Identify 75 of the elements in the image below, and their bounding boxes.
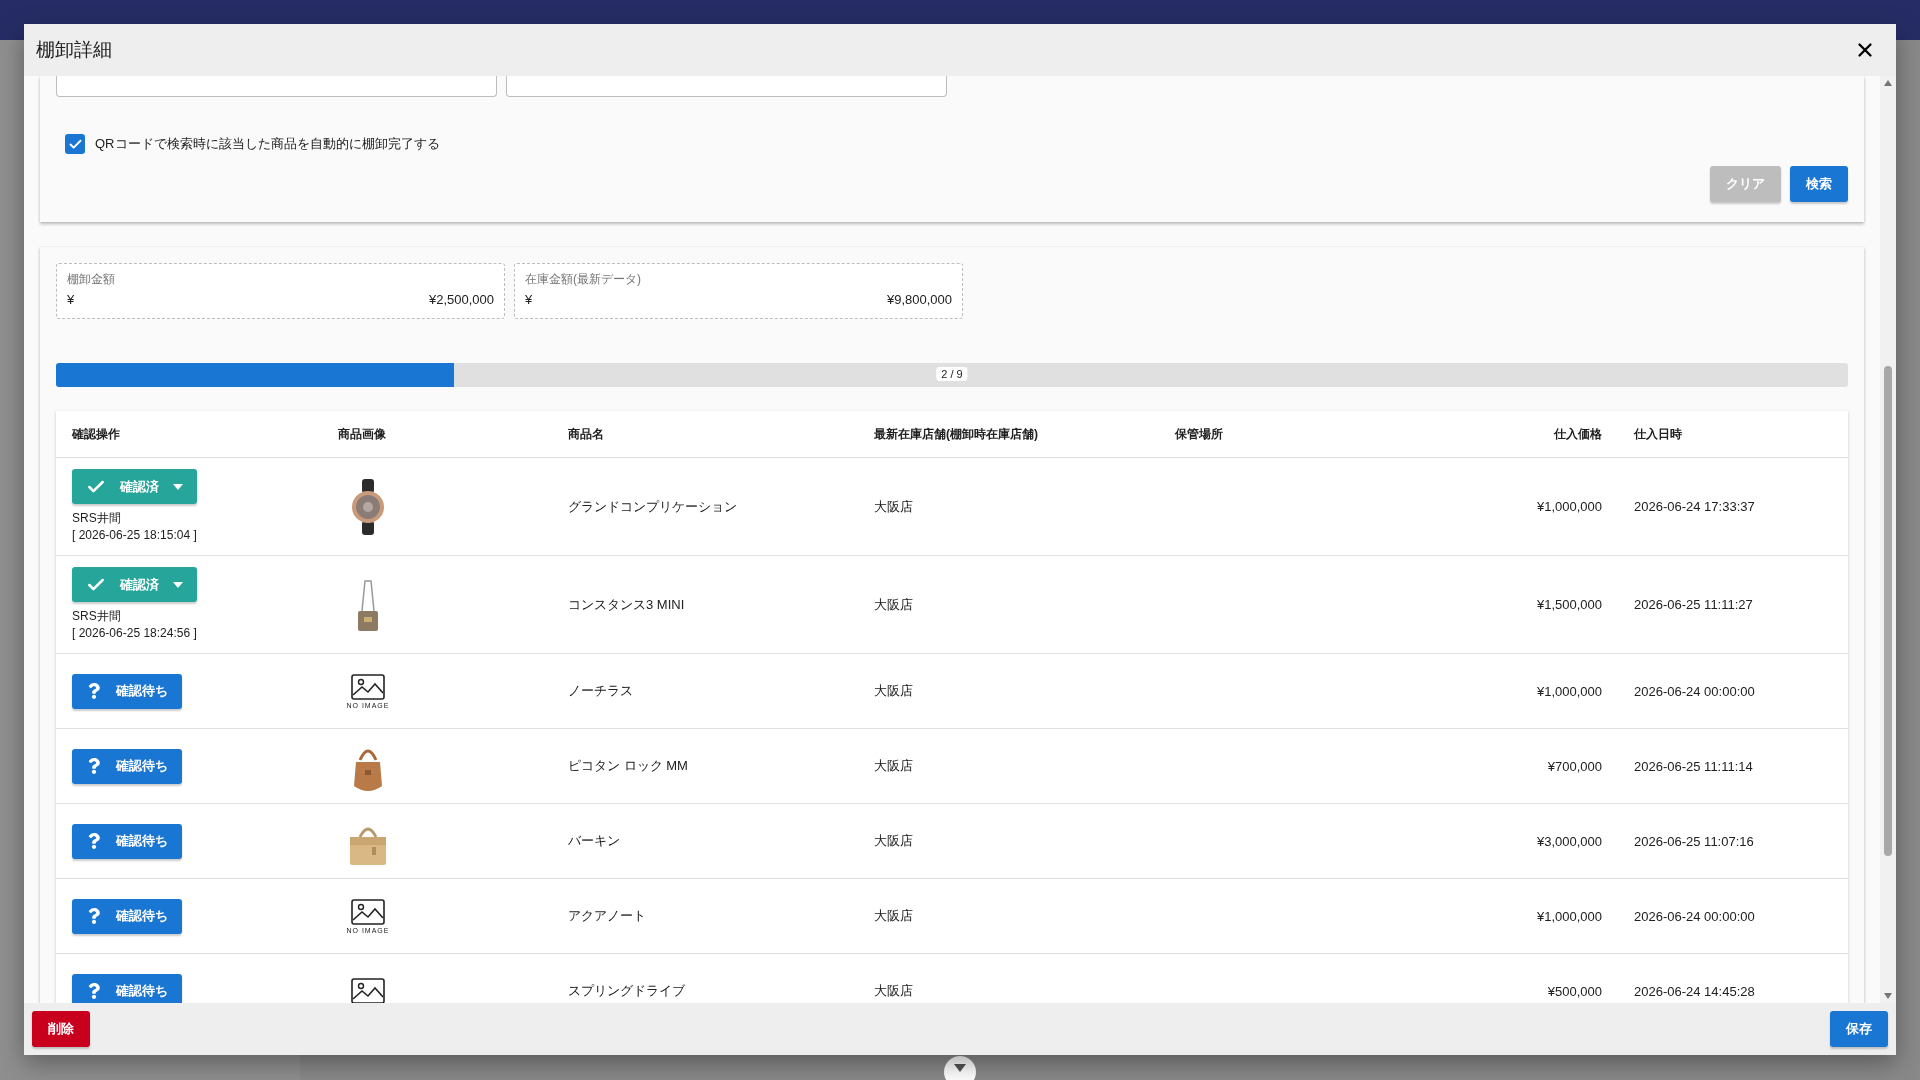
column-header: 商品名 bbox=[567, 425, 605, 443]
column-header: 最新在庫店舗(棚卸時在庫店舗) bbox=[873, 425, 1039, 443]
table-cell-text: グランドコンプリケーション bbox=[567, 497, 738, 516]
checkbox[interactable] bbox=[65, 134, 85, 154]
table-cell-text: 大阪店 bbox=[873, 757, 914, 775]
table-cell-text: ¥3,000,000 bbox=[1535, 833, 1603, 849]
currency-symbol: ¥ bbox=[67, 292, 75, 307]
table-cell-text: バーキン bbox=[567, 832, 621, 850]
image-placeholder-icon bbox=[351, 978, 385, 1003]
table-cell-text: 2026-06-24 00:00:00 bbox=[1633, 908, 1756, 924]
question-icon bbox=[86, 683, 102, 699]
scroll-up-icon bbox=[1884, 80, 1892, 86]
table-cell-text: 2026-06-24 14:45:28 bbox=[1633, 983, 1756, 999]
input-field[interactable] bbox=[56, 76, 497, 97]
chevron-down-icon bbox=[953, 1062, 967, 1074]
table-cell-text: コンスタンス3 MINI bbox=[567, 595, 686, 614]
search-button[interactable]: 検索 bbox=[1790, 166, 1848, 202]
table-cell-text: 大阪店 bbox=[873, 907, 914, 925]
pending-button[interactable]: 確認待ち bbox=[72, 898, 182, 934]
confirmed-at: [ 2026-06-25 18:24:56 ] bbox=[72, 625, 197, 642]
question-icon bbox=[86, 983, 102, 999]
table-cell-text: ¥1,000,000 bbox=[1535, 683, 1603, 699]
image-placeholder-icon bbox=[351, 898, 385, 925]
field-label: 在庫金額(最新データ) bbox=[525, 271, 642, 288]
column-header: 仕入価格 bbox=[1552, 425, 1603, 443]
table-cell-text: 2026-06-24 17:33:37 bbox=[1633, 499, 1756, 514]
delete-button[interactable]: 削除 bbox=[32, 1011, 90, 1047]
scroll-thumb[interactable] bbox=[1884, 366, 1892, 856]
column-header: 保管場所 bbox=[1174, 425, 1224, 443]
pending-button[interactable]: 確認待ち bbox=[72, 748, 182, 784]
table-cell-text: ¥500,000 bbox=[1546, 983, 1603, 999]
confirmed-button[interactable]: 確認済 bbox=[72, 567, 197, 602]
table-cell-text: ピコタン ロック MM bbox=[567, 757, 689, 775]
caret-icon bbox=[173, 483, 183, 490]
table-cell-text: ¥700,000 bbox=[1546, 758, 1603, 774]
input-field[interactable] bbox=[506, 76, 947, 97]
save-button[interactable]: 保存 bbox=[1830, 1011, 1888, 1047]
question-icon bbox=[86, 833, 102, 849]
table-cell-text: アクアノート bbox=[567, 907, 647, 925]
table-cell-text: 大阪店 bbox=[873, 982, 914, 1000]
amount-value: ¥9,800,000 bbox=[886, 292, 952, 307]
question-icon bbox=[86, 758, 102, 774]
dialog-title: 棚卸詳細 bbox=[36, 38, 112, 62]
table-cell-text: 2026-06-25 11:07:16 bbox=[1633, 833, 1755, 849]
table-cell-text: 大阪店 bbox=[873, 682, 914, 700]
scroll-down-icon bbox=[1884, 993, 1892, 999]
progress-label: 2 / 9 bbox=[936, 367, 968, 381]
question-icon bbox=[86, 908, 102, 924]
caret-icon bbox=[173, 581, 183, 588]
checkbox-label: QRコードで検索時に該当した商品を自動的に棚卸完了する bbox=[95, 135, 440, 153]
table-cell-text: 2026-06-25 11:11:14 bbox=[1633, 758, 1754, 774]
table-cell-text: スプリングドライブ bbox=[567, 982, 686, 1000]
column-header: 確認操作 bbox=[70, 425, 121, 443]
confirmed-at: [ 2026-06-25 18:15:04 ] bbox=[72, 527, 197, 544]
table-cell-text: 2026-06-25 11:11:27 bbox=[1633, 597, 1754, 612]
pending-button[interactable]: 確認待ち bbox=[72, 673, 182, 709]
confirmed-by: SRS井間 bbox=[72, 608, 121, 625]
image-placeholder-icon bbox=[351, 673, 385, 700]
table-cell-text: 2026-06-24 00:00:00 bbox=[1633, 683, 1756, 699]
table-cell-text: ¥1,000,000 bbox=[1535, 908, 1603, 924]
table-cell-text: ノーチラス bbox=[567, 682, 634, 700]
confirmed-by: SRS井間 bbox=[72, 510, 121, 527]
table-cell-text: 大阪店 bbox=[873, 497, 914, 516]
column-header: 商品画像 bbox=[337, 425, 387, 443]
table-cell-text: ¥1,500,000 bbox=[1535, 597, 1603, 612]
pending-button[interactable]: 確認待ち bbox=[72, 973, 182, 1003]
table-cell-text: 大阪店 bbox=[873, 595, 914, 614]
table-cell-text: 大阪店 bbox=[873, 832, 914, 850]
amount-value: ¥2,500,000 bbox=[428, 292, 494, 307]
currency-symbol: ¥ bbox=[525, 292, 533, 307]
column-header: 仕入日時 bbox=[1632, 425, 1683, 443]
table-cell-text: ¥1,000,000 bbox=[1535, 499, 1603, 514]
confirmed-button[interactable]: 確認済 bbox=[72, 469, 197, 504]
field-label: 棚卸金額 bbox=[67, 271, 116, 288]
pending-button[interactable]: 確認待ち bbox=[72, 823, 182, 859]
